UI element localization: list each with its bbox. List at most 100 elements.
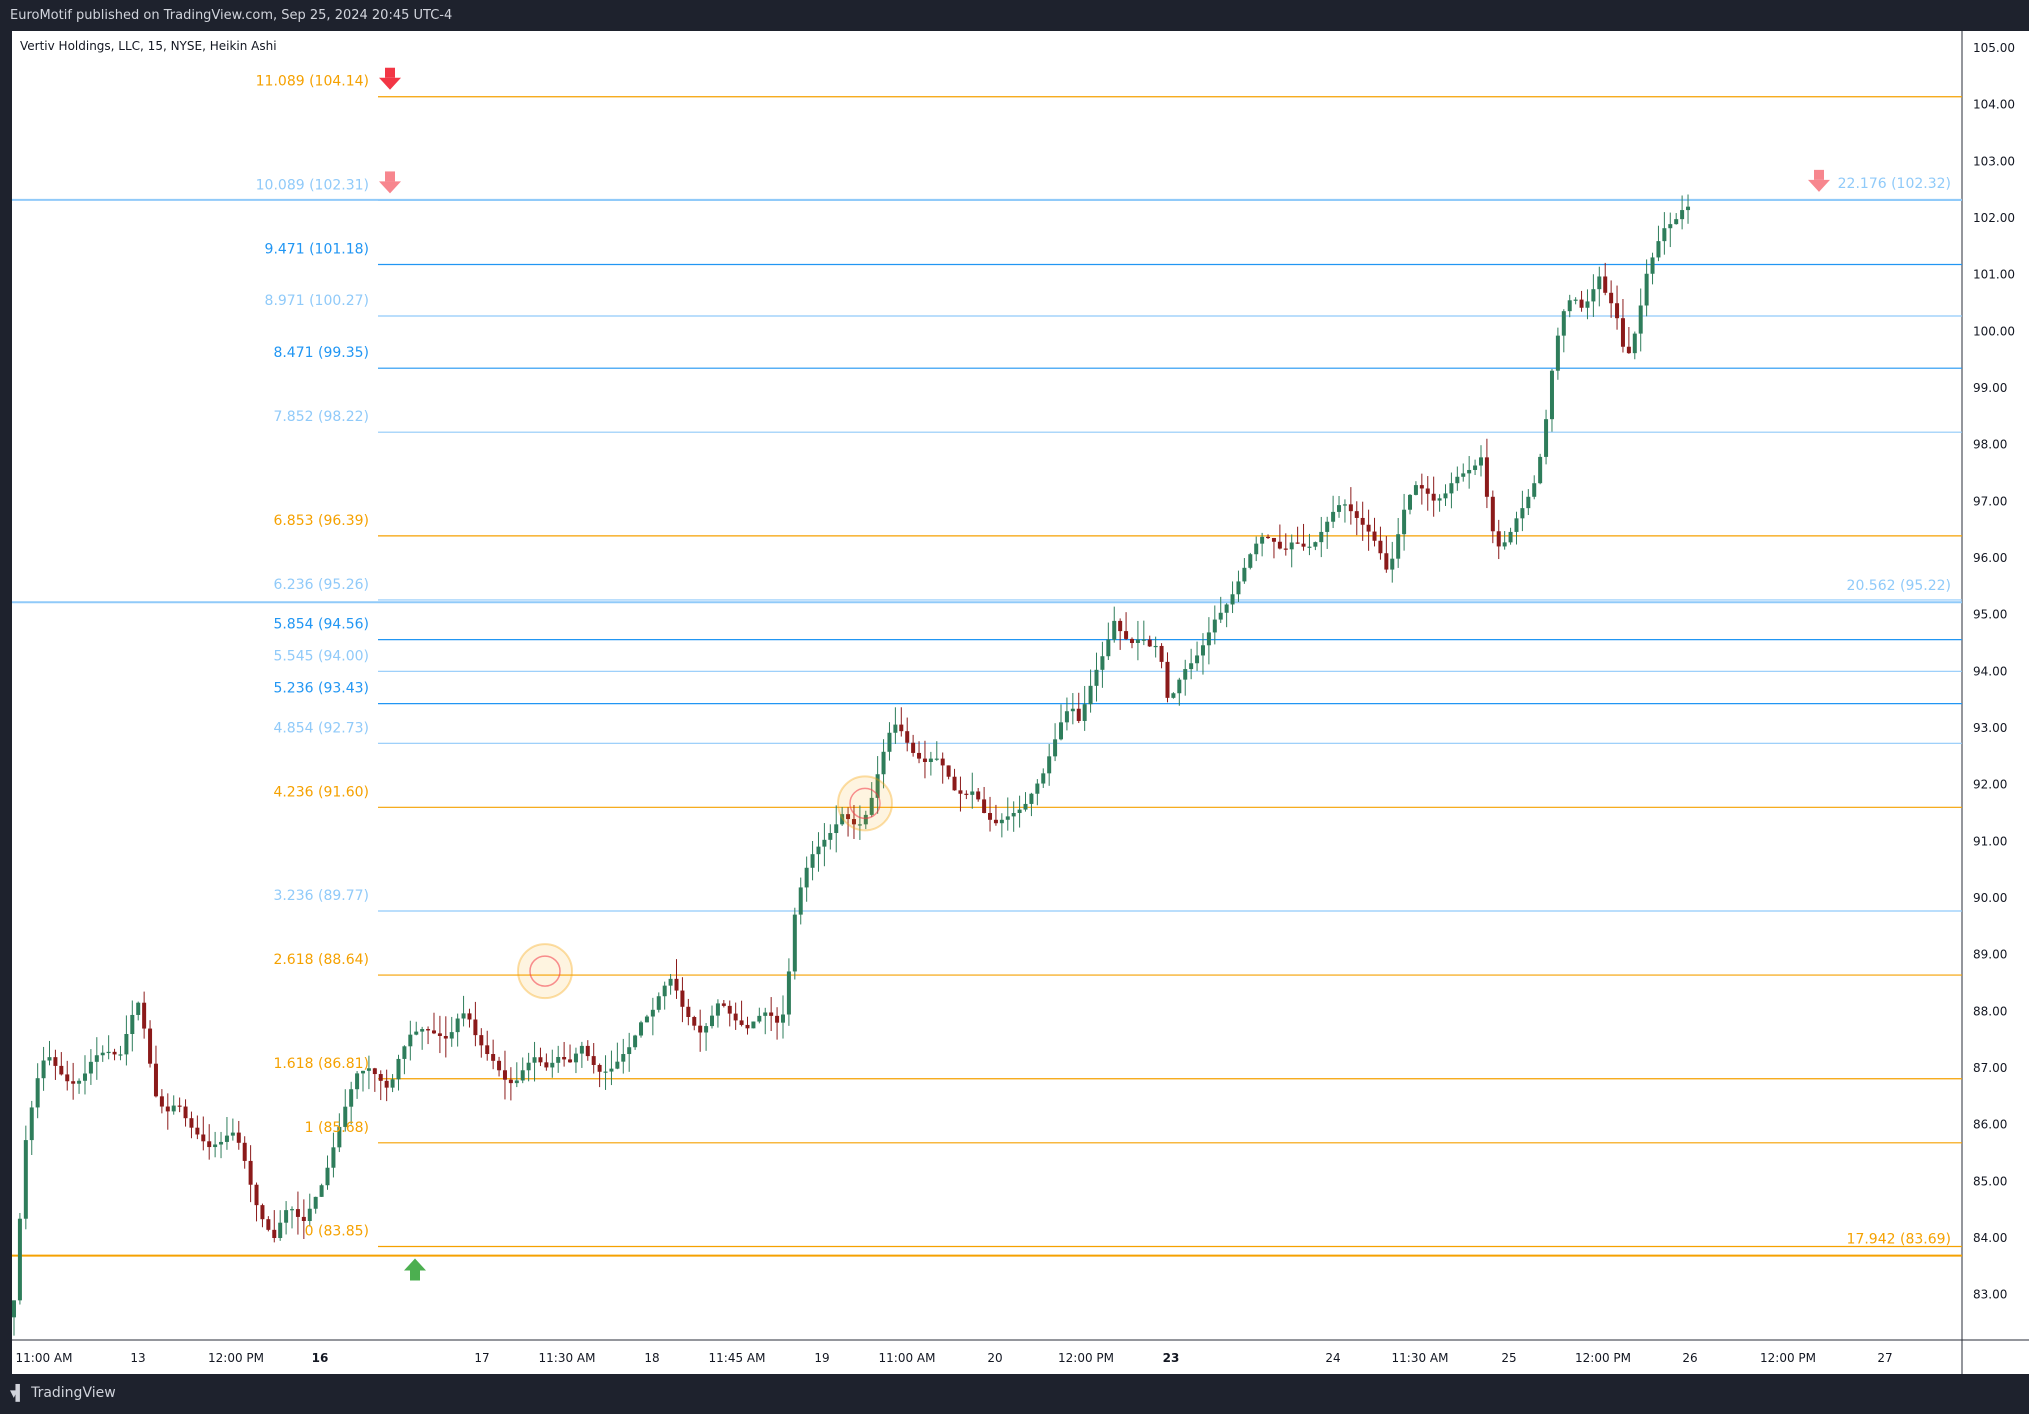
candle: [148, 1020, 153, 1068]
candle: [1650, 252, 1655, 285]
candle: [248, 1145, 253, 1203]
candle: [1656, 225, 1661, 262]
candle: [928, 751, 933, 776]
candle: [1549, 368, 1554, 432]
candle: [609, 1050, 614, 1086]
candle: [1325, 516, 1330, 549]
time-tick-label: 23: [1163, 1351, 1180, 1365]
candle: [757, 1007, 762, 1024]
candle: [390, 1074, 395, 1093]
candle: [1277, 524, 1282, 550]
candle: [1147, 635, 1152, 647]
candle: [295, 1191, 300, 1235]
candle: [562, 1041, 567, 1067]
candle: [449, 1016, 454, 1047]
time-tick-label: 12:00 PM: [1575, 1351, 1631, 1365]
candle: [1236, 570, 1241, 602]
price-tick-label: 87.00: [1973, 1061, 2007, 1075]
candle: [1644, 259, 1649, 317]
candle: [739, 1000, 744, 1027]
candle: [77, 1078, 82, 1094]
candle: [201, 1116, 206, 1151]
candle: [780, 995, 785, 1039]
candle: [290, 1206, 295, 1229]
extension-label: 20.562 (95.22): [1847, 578, 1951, 594]
candle: [1331, 495, 1336, 529]
candle: [650, 997, 655, 1036]
fib-label: 9.471 (101.18): [265, 241, 369, 257]
candle: [313, 1196, 318, 1214]
extension-label: 22.176 (102.32): [1838, 176, 1951, 192]
candle: [1609, 280, 1614, 318]
candle: [183, 1099, 188, 1127]
candle: [1567, 294, 1572, 318]
candle: [1248, 552, 1253, 570]
candle: [1579, 290, 1584, 312]
candle: [502, 1050, 507, 1100]
candle: [544, 1053, 549, 1071]
candle: [798, 877, 803, 925]
price-tick-label: 86.00: [1973, 1118, 2007, 1132]
candle: [834, 805, 839, 853]
candle: [254, 1182, 259, 1222]
candle: [1396, 518, 1401, 568]
time-tick-label: 13: [130, 1351, 145, 1365]
candle: [349, 1081, 354, 1125]
candle: [1437, 494, 1442, 512]
fib-label: 3.236 (89.77): [273, 888, 369, 904]
candle: [1029, 792, 1034, 817]
arrows: [379, 67, 1830, 1281]
candle: [319, 1183, 324, 1197]
candle: [82, 1055, 87, 1095]
price-tick-label: 97.00: [1973, 494, 2007, 508]
candle: [769, 997, 774, 1032]
time-tick-label: 12:00 PM: [1058, 1351, 1114, 1365]
candle: [41, 1046, 46, 1091]
candle: [1023, 792, 1028, 812]
candle: [715, 999, 720, 1028]
candle: [1615, 285, 1620, 330]
candle: [1230, 581, 1235, 614]
candle: [514, 1062, 519, 1088]
arrow-down-icon: [1808, 169, 1830, 192]
price-tick-label: 84.00: [1973, 1231, 2007, 1245]
fib-label: 7.852 (98.22): [273, 409, 369, 425]
fib-label: 6.236 (95.26): [273, 577, 369, 593]
candle: [1242, 558, 1247, 584]
candle: [242, 1136, 247, 1169]
candle: [94, 1037, 99, 1080]
candle: [1266, 534, 1271, 540]
candle: [378, 1070, 383, 1101]
candle: [940, 752, 945, 784]
candle: [1508, 527, 1513, 545]
candle: [1514, 511, 1519, 545]
price-tick-label: 95.00: [1973, 608, 2007, 622]
candle: [1384, 536, 1389, 573]
candle: [1419, 473, 1424, 505]
candle: [573, 1047, 578, 1074]
candle: [887, 722, 892, 761]
candle: [1094, 652, 1099, 702]
tradingview-logo[interactable]: ▾▍ TradingView: [0, 1374, 116, 1413]
time-tick-label: 26: [1682, 1351, 1697, 1365]
candle: [1100, 641, 1105, 688]
candle: [177, 1097, 182, 1113]
price-tick-label: 94.00: [1973, 664, 2007, 678]
chart-canvas[interactable]: 11.089 (104.14) 10.089 (102.31) 9.471 (101…: [0, 0, 2029, 1374]
candle: [1337, 496, 1342, 518]
candle: [426, 1026, 431, 1045]
candle: [988, 796, 993, 832]
candle: [1195, 641, 1200, 671]
candle: [721, 1000, 726, 1008]
arrow-down-icon: [379, 67, 401, 90]
price-tick-label: 88.00: [1973, 1004, 2007, 1018]
candle: [467, 1008, 472, 1028]
fib-label: 1.618 (86.81): [273, 1056, 369, 1072]
candle: [443, 1016, 448, 1058]
candle: [402, 1045, 407, 1075]
candle: [999, 813, 1004, 838]
candle: [361, 1070, 366, 1092]
candle: [1070, 693, 1075, 725]
candle: [497, 1056, 502, 1077]
candle: [597, 1063, 602, 1088]
